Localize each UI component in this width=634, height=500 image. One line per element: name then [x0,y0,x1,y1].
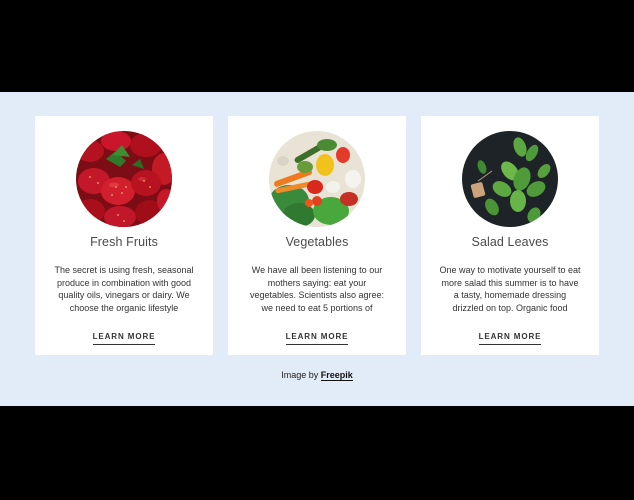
card-text: We have all been listening to our mother… [249,265,385,313]
card-vegetables: Vegetables We have all been listening to… [228,116,406,355]
freepik-link[interactable]: Freepik [320,370,353,381]
image-credit: Image by Freepik [0,370,634,381]
card-title: Salad Leaves [471,235,549,249]
card-title: Vegetables [285,235,349,249]
vegetables-photo [269,131,365,227]
basil-leaves-photo [462,131,558,227]
card-text: The secret is using fresh, seasonal prod… [54,265,194,313]
learn-more-link[interactable]: LEARN MORE [478,332,542,345]
card-title: Fresh Fruits [90,235,158,249]
card-salad-leaves: Salad Leaves One way to motivate yoursel… [421,116,599,355]
learn-more-link[interactable]: LEARN MORE [92,332,156,345]
card-text: One way to motivate yourself to eat more… [439,265,581,313]
strawberries-photo [76,131,172,227]
learn-more-link[interactable]: LEARN MORE [285,332,349,345]
credit-prefix: Image by [281,370,319,380]
features-section: Fresh Fruits The secret is using fresh, … [0,92,634,406]
card-fresh-fruits: Fresh Fruits The secret is using fresh, … [35,116,213,355]
